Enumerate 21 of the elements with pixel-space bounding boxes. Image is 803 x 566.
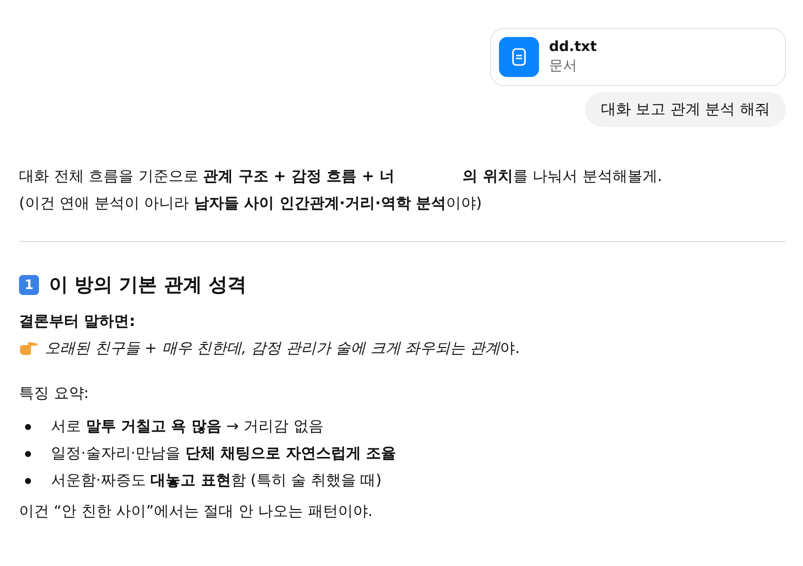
bullet-icon — [25, 450, 31, 456]
paragraph-text: 대화 전체 흐름을 기준으로 관계 구조 + 감정 흐름 + 너 — [19, 167, 395, 186]
conclusion-text: 오래된 친구들 + 매우 친한데, 감정 관리가 술에 크게 좌우되는 관계야. — [45, 339, 520, 358]
bullet-icon — [25, 424, 31, 430]
paragraph-text: 이건 “안 친한 사이”에서는 절대 안 나오는 패턴이야. — [19, 502, 374, 521]
list-item-text: 서운함·짜증도 대놓고 표현함 (특히 술 취했을 때) — [51, 471, 382, 490]
summary-label: 특징 요약: — [19, 384, 90, 403]
file-name: dd.txt — [549, 39, 597, 55]
file-attachment-card[interactable]: dd.txt 문서 — [490, 28, 786, 86]
paragraph-text: (이건 연애 분석이 아니라 남자들 사이 인간관계·거리·역학 분석이야) — [19, 194, 483, 213]
paragraph-text: 의 위치를 나눠서 분석해볼게. — [462, 167, 662, 186]
user-message-bubble: 대화 보고 관계 분석 해줘 — [584, 92, 786, 127]
bullet-icon — [25, 478, 31, 484]
conclusion-label: 결론부터 말하면: — [19, 312, 136, 331]
section-heading: 이 방의 기본 관계 성격 — [49, 273, 246, 298]
file-type: 문서 — [549, 57, 578, 75]
list-item-text: 서로 말투 거칠고 욕 많음 → 거리감 없음 — [51, 417, 324, 436]
list-item-text: 일정·술자리·만남을 단체 채팅으로 자연스럽게 조율 — [51, 444, 396, 463]
pointing-hand-icon — [19, 340, 39, 356]
document-icon — [499, 37, 539, 77]
number-badge: 1 — [19, 275, 39, 295]
